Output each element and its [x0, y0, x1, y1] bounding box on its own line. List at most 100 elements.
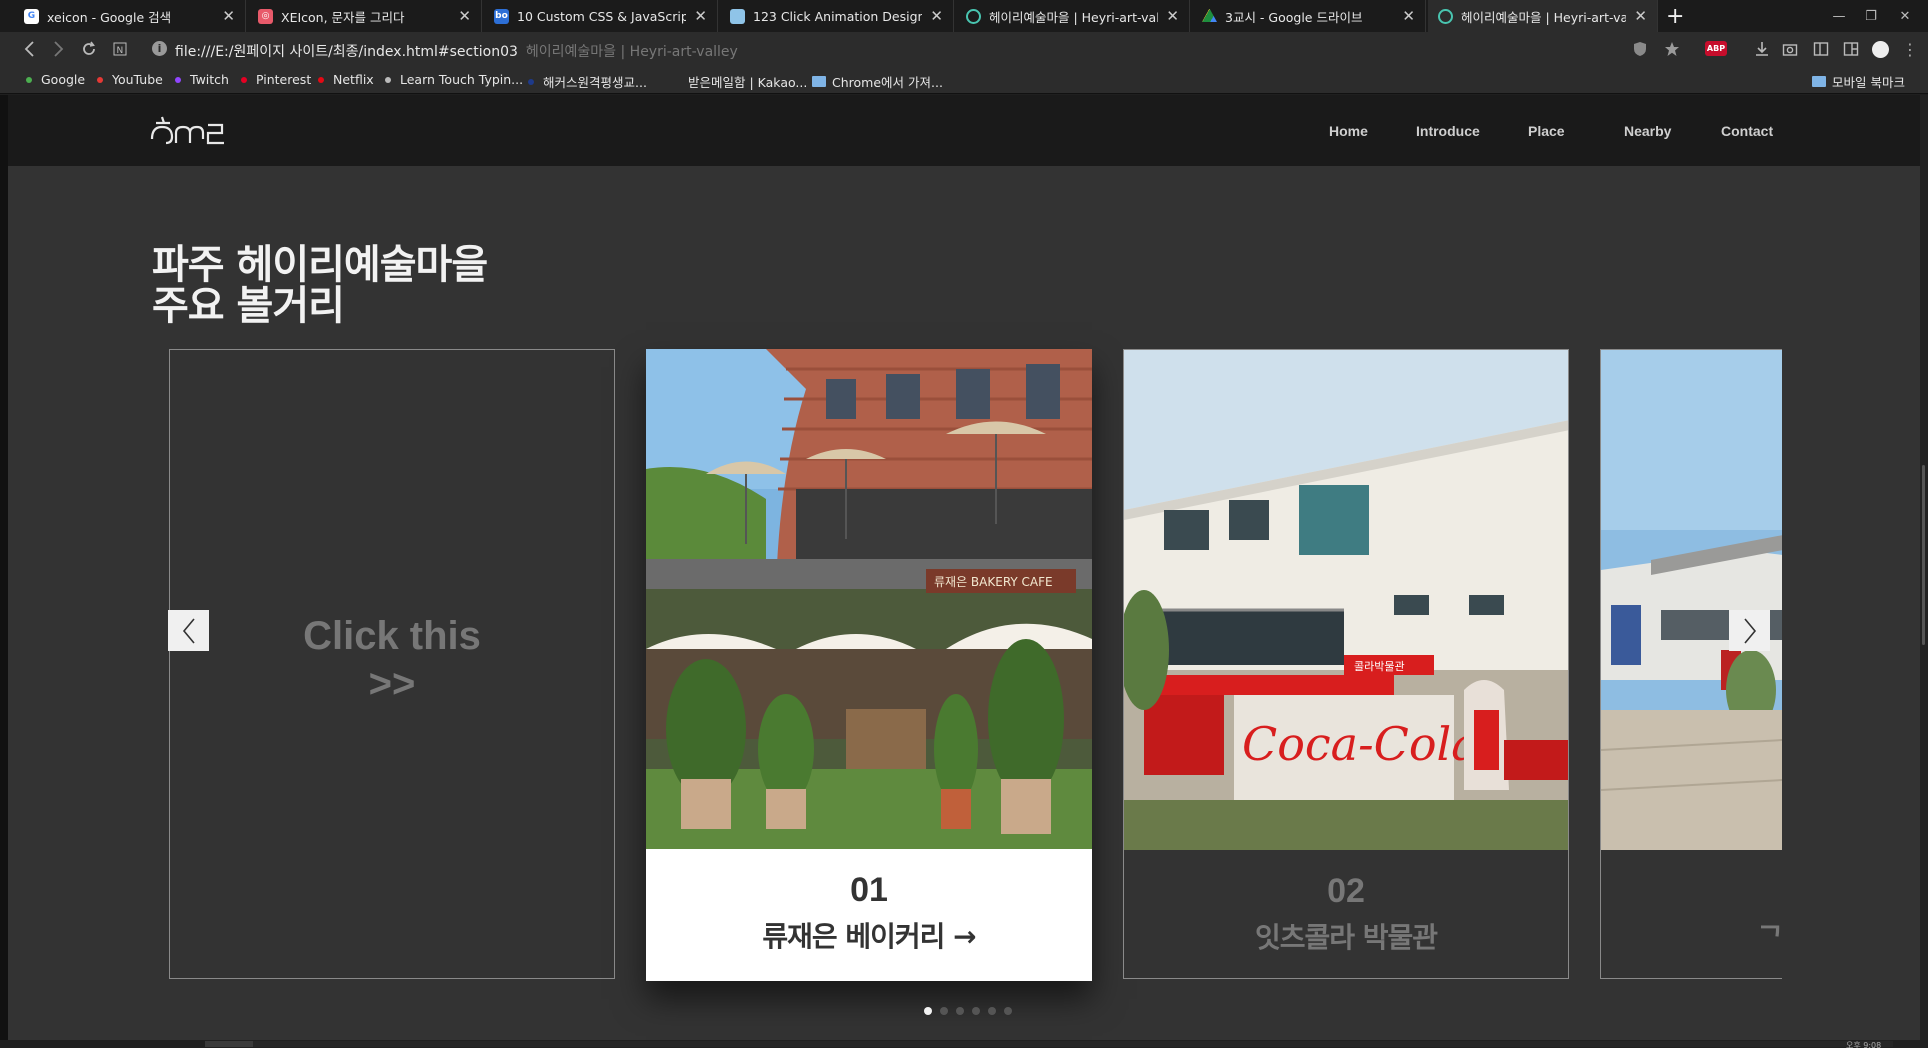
- site-info-icon[interactable]: i: [152, 41, 167, 56]
- intro-card[interactable]: Click this >>: [169, 349, 615, 979]
- reload-icon[interactable]: [79, 39, 99, 59]
- bookmark-label: 받은메일함 | Kakao...: [688, 75, 808, 90]
- xeicon-icon: ◎: [258, 8, 273, 24]
- place-card-cola-museum[interactable]: 콜라박물관 Coca-Cola 02 잇츠콜라 박물관: [1123, 349, 1569, 979]
- pagination-dot[interactable]: [988, 1007, 996, 1015]
- menu-kebab-icon[interactable]: ⋮: [1900, 39, 1920, 59]
- prev-slide-button[interactable]: [168, 610, 209, 651]
- avatar[interactable]: [1872, 41, 1889, 58]
- card-number: 01: [850, 871, 888, 909]
- nav-contact[interactable]: Contact: [1721, 123, 1773, 139]
- close-window-button[interactable]: ✕: [1882, 0, 1928, 32]
- nav-introduce[interactable]: Introduce: [1416, 123, 1480, 139]
- pinterest-icon: [241, 76, 247, 83]
- tab-title: 헤이리예술마을 | Heyri-art-valle: [1461, 9, 1627, 25]
- vertical-scrollbar-thumb[interactable]: [1922, 465, 1925, 645]
- nav-home[interactable]: Home: [1329, 123, 1368, 139]
- tab-title: 10 Custom CSS & JavaScript Sn: [517, 8, 686, 24]
- bookmark-star-icon[interactable]: [1662, 39, 1682, 59]
- close-tab-icon[interactable]: ✕: [1402, 7, 1415, 25]
- bookmark-label: 모바일 북마크: [1832, 75, 1905, 90]
- bookmark-label: Pinterest: [256, 72, 312, 87]
- close-tab-icon[interactable]: ✕: [930, 7, 943, 25]
- slider-pagination: [924, 1007, 1012, 1015]
- horizontal-scrollbar-thumb[interactable]: [205, 1041, 253, 1047]
- folder-icon: [1812, 76, 1826, 87]
- address-bar[interactable]: file:///E:/원페이지 사이트/최종/index.html#sectio…: [175, 41, 738, 61]
- new-tab-button[interactable]: +: [1666, 4, 1684, 29]
- typing-icon: [385, 76, 391, 83]
- url-text: file:///E:/원페이지 사이트/최종/index.html#sectio…: [175, 44, 518, 60]
- nav-place[interactable]: Place: [1528, 123, 1565, 139]
- museum-sign-text: 콜라박물관: [1354, 660, 1405, 673]
- close-tab-icon[interactable]: ✕: [1166, 7, 1179, 25]
- pagination-dot[interactable]: [972, 1007, 980, 1015]
- bookmark-label: Google: [41, 72, 86, 87]
- pagination-dot[interactable]: [956, 1007, 964, 1015]
- tab-heyri-active[interactable]: 헤이리예술마을 | Heyri-art-valle ✕: [1428, 0, 1658, 32]
- notion-extension-icon[interactable]: N: [110, 39, 130, 59]
- bookmark-twitch[interactable]: Twitch: [175, 72, 229, 87]
- reader-icon[interactable]: [1811, 39, 1831, 59]
- chevron-right-icon: [1743, 617, 1756, 644]
- bo-icon: bo: [494, 8, 509, 24]
- tab-strip: G xeicon - Google 검색 ✕ ◎ XEIcon, 문자를 그리다…: [0, 0, 1928, 32]
- tab-google-drive[interactable]: 3교시 - Google 드라이브 ✕: [1192, 0, 1426, 32]
- google-icon: G: [24, 8, 39, 24]
- tab-google-search[interactable]: G xeicon - Google 검색 ✕: [14, 0, 246, 32]
- download-icon[interactable]: [1752, 39, 1772, 59]
- adblock-plus-icon[interactable]: ABP: [1705, 41, 1727, 56]
- bookmark-learn-touch-typing[interactable]: Learn Touch Typin...: [385, 72, 523, 87]
- click-this-line1: Click this: [303, 614, 481, 658]
- card-number: 02: [1327, 872, 1365, 910]
- tab-xeicon[interactable]: ◎ XEIcon, 문자를 그리다 ✕: [248, 0, 482, 32]
- nav-nearby[interactable]: Nearby: [1624, 123, 1671, 139]
- close-tab-icon[interactable]: ✕: [222, 7, 235, 25]
- pagination-dot[interactable]: [1004, 1007, 1012, 1015]
- next-slide-button[interactable]: [1729, 610, 1770, 651]
- close-tab-icon[interactable]: ✕: [1634, 7, 1647, 25]
- taskbar-clock: 오후 9:08: [1846, 1041, 1882, 1048]
- bookmark-label: Learn Touch Typin...: [400, 72, 524, 87]
- tab-title: 헤이리예술마을 | Heyri-art-valle: [989, 9, 1159, 25]
- browser-toolbar: N i file:///E:/원페이지 사이트/최종/index.html#se…: [0, 32, 1928, 66]
- bookmark-youtube[interactable]: YouTube: [97, 72, 163, 87]
- tab-title: 123 Click Animation Design Ins: [753, 8, 923, 24]
- tab-title: xeicon - Google 검색: [47, 9, 172, 25]
- bookmark-kakao-mail[interactable]: 받은메일함 | Kakao...: [673, 72, 807, 91]
- tab-heyri-1[interactable]: 헤이리예술마을 | Heyri-art-valle ✕: [956, 0, 1190, 32]
- drive-icon: [1202, 8, 1217, 22]
- section-title: 파주 헤이리예술마을 주요 볼거리: [152, 245, 488, 327]
- bookmark-label: YouTube: [112, 72, 163, 87]
- shield-icon[interactable]: [1630, 39, 1650, 59]
- place-card-partial[interactable]: ᄀ: [1600, 349, 1782, 979]
- pagination-dot[interactable]: [924, 1007, 932, 1015]
- click-this-text: Click this >>: [170, 612, 614, 708]
- bookmark-netflix[interactable]: Netflix: [318, 72, 374, 87]
- site-header: Home Introduce Place Nearby Contact: [8, 95, 1920, 166]
- camera-icon[interactable]: [1780, 39, 1800, 59]
- bakery-photo: 류재은 BAKERY CAFE: [646, 349, 1092, 849]
- netflix-icon: [318, 76, 324, 83]
- bookmark-folder-chrome-import[interactable]: Chrome에서 가져...: [812, 72, 943, 91]
- chevron-left-icon: [182, 617, 195, 644]
- heyri-logo[interactable]: [148, 109, 228, 149]
- bookmarks-bar: Google YouTube Twitch Pinterest Netflix …: [0, 66, 1928, 94]
- bookmark-hackers[interactable]: 해커스원격평생교...: [528, 72, 647, 91]
- close-tab-icon[interactable]: ✕: [458, 7, 471, 25]
- place-card-bakery[interactable]: 류재은 BAKERY CAFE 01 류재은 베이커리 →: [646, 349, 1092, 981]
- tab-click-animation[interactable]: 123 Click Animation Design Ins ✕: [720, 0, 954, 32]
- window-edge: [0, 95, 8, 1048]
- twitch-icon: [175, 76, 181, 83]
- circle-icon: [1438, 8, 1453, 24]
- mail-icon: [673, 78, 679, 85]
- bookmark-google[interactable]: Google: [26, 72, 85, 87]
- back-icon[interactable]: [20, 39, 40, 59]
- close-tab-icon[interactable]: ✕: [694, 7, 707, 25]
- bookmark-pinterest[interactable]: Pinterest: [241, 72, 311, 87]
- bookmark-folder-mobile[interactable]: 모바일 북마크: [1812, 72, 1905, 91]
- tab-custom-css[interactable]: bo 10 Custom CSS & JavaScript Sn ✕: [484, 0, 718, 32]
- forward-icon[interactable]: [48, 39, 68, 59]
- pagination-dot[interactable]: [940, 1007, 948, 1015]
- sidebar-icon[interactable]: [1841, 39, 1861, 59]
